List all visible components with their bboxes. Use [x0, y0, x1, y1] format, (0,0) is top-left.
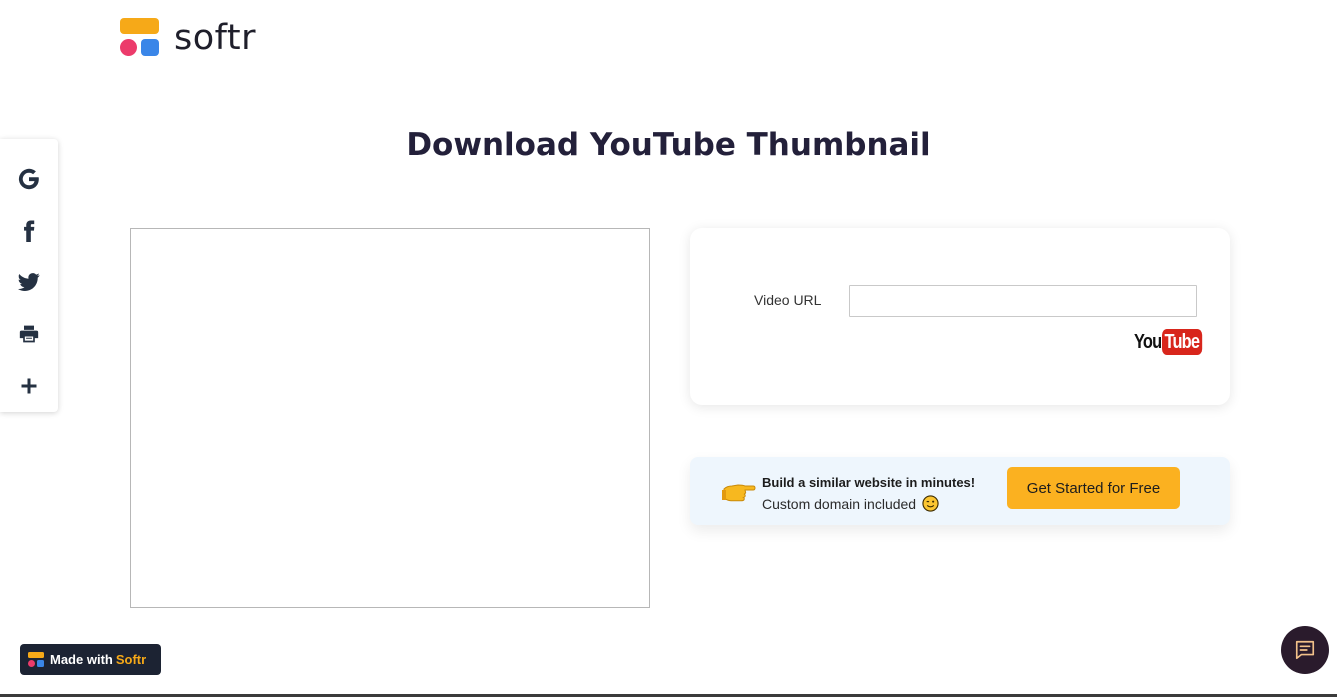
- winking-face-icon: [922, 495, 939, 512]
- cta-subtitle: Custom domain included: [762, 495, 917, 512]
- facebook-icon: [24, 220, 35, 242]
- youtube-logo-you: You: [1134, 331, 1162, 353]
- softr-logo-mark-icon: [120, 18, 160, 58]
- share-facebook-button[interactable]: [0, 205, 58, 257]
- share-google-button[interactable]: [0, 153, 58, 205]
- video-url-input[interactable]: [849, 285, 1197, 317]
- youtube-logo-tube: Tube: [1162, 329, 1203, 355]
- plus-icon: [21, 378, 37, 394]
- print-icon: [19, 325, 39, 343]
- made-with-text: Made with: [50, 652, 113, 667]
- thumbnail-preview: [130, 228, 650, 608]
- video-url-label: Video URL: [754, 292, 822, 308]
- cta-subtitle-row: Custom domain included: [762, 495, 939, 512]
- share-twitter-button[interactable]: [0, 257, 58, 309]
- share-sidebar: [0, 139, 58, 412]
- get-started-button[interactable]: Get Started for Free: [1007, 467, 1180, 509]
- logo-text: softr: [174, 18, 256, 58]
- softr-logo[interactable]: softr: [120, 18, 256, 58]
- chat-icon: [1295, 640, 1315, 660]
- cta-banner: Build a similar website in minutes! Cust…: [690, 457, 1230, 525]
- made-with-brand: Softr: [115, 652, 147, 667]
- google-icon: [18, 168, 39, 190]
- video-url-card: Video URL You Tube: [690, 228, 1230, 405]
- softr-mini-logo-icon: [28, 651, 44, 668]
- twitter-icon: [18, 273, 40, 292]
- page-title: Download YouTube Thumbnail: [406, 127, 931, 163]
- cta-title: Build a similar website in minutes!: [762, 475, 976, 490]
- chat-launcher-button[interactable]: [1281, 626, 1329, 674]
- share-print-button[interactable]: [0, 308, 58, 360]
- made-with-softr-badge[interactable]: Made with Softr: [20, 644, 161, 675]
- youtube-logo-icon: You Tube: [1134, 329, 1212, 355]
- pointing-right-hand-icon: [722, 484, 756, 502]
- share-more-button[interactable]: [0, 360, 58, 412]
